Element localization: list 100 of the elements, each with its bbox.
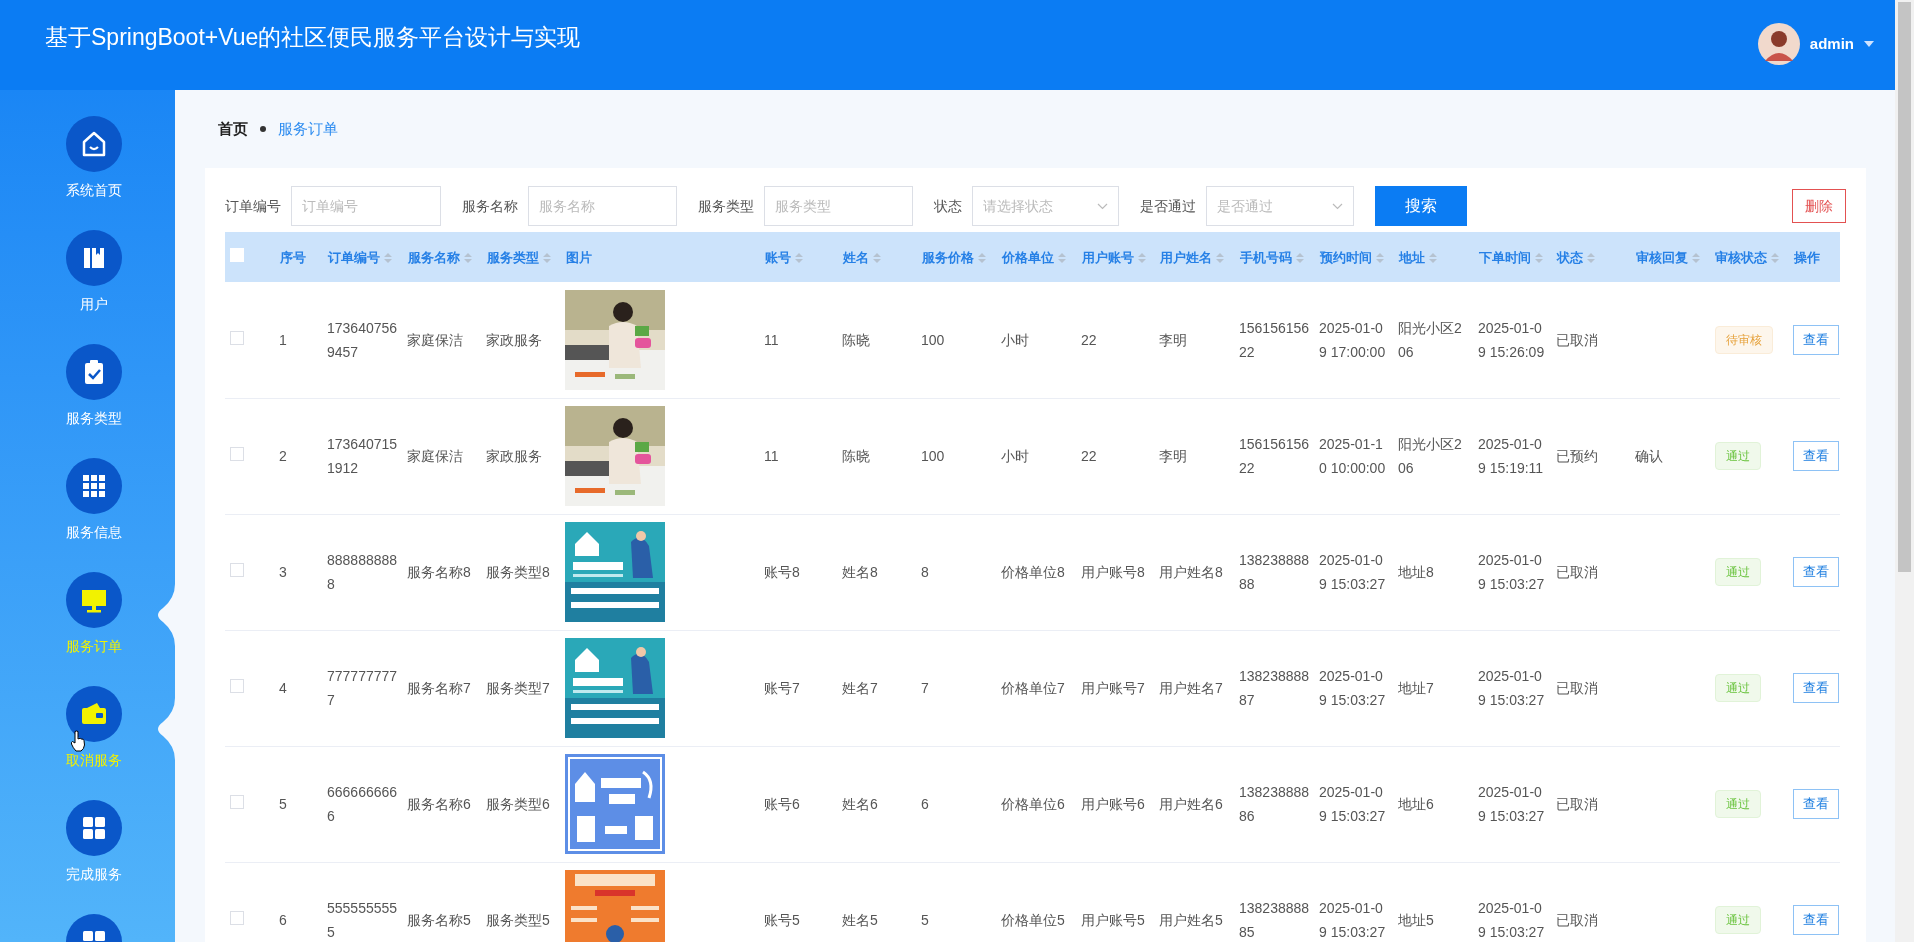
menu-item[interactable]: 用户 <box>79 294 108 315</box>
table-cell-text: 账号5 <box>764 911 801 930</box>
checkbox[interactable] <box>230 679 244 693</box>
column-header[interactable]: 地址 <box>1399 248 1437 268</box>
checkbox[interactable] <box>230 911 244 925</box>
table-cell-text: 服务类型6 <box>486 795 551 814</box>
table-cell-text: 已取消 <box>1556 795 1599 814</box>
view-button[interactable]: 查看 <box>1793 557 1839 587</box>
sort-icon[interactable] <box>1587 251 1595 264</box>
table-cell-text: 13823888885 <box>1239 899 1310 942</box>
column-header[interactable]: 审核回复 <box>1636 248 1700 268</box>
sort-icon[interactable] <box>1138 251 1146 264</box>
table-cell-text: 家政服务 <box>486 330 543 350</box>
delete-button[interactable]: 删除 <box>1792 189 1846 223</box>
column-header[interactable]: 序号 <box>280 248 306 268</box>
table-cell-text: 服务类型7 <box>486 679 551 698</box>
sort-icon[interactable] <box>543 251 551 264</box>
table-cell-text: 姓名7 <box>842 679 879 698</box>
table-cell-text: 15615615622 <box>1239 318 1310 362</box>
scrollbar[interactable] <box>1895 0 1914 942</box>
select-field[interactable]: 是否通过 <box>1206 186 1354 226</box>
menu-item[interactable]: 服务订单 <box>65 636 122 657</box>
table-cell-text: 7 <box>921 679 930 698</box>
username[interactable]: admin <box>1809 32 1854 56</box>
table-cell-text: 地址6 <box>1398 795 1435 814</box>
caret-icon[interactable] <box>1864 41 1874 47</box>
column-header[interactable]: 操作 <box>1794 248 1820 268</box>
view-button[interactable]: 查看 <box>1793 441 1839 471</box>
breadcrumb-item[interactable]: 服务订单 <box>278 117 338 141</box>
sort-icon[interactable] <box>978 251 986 264</box>
table-cell-text: 服务名称5 <box>407 911 472 930</box>
chevron-down-icon <box>1332 202 1343 210</box>
select-field[interactable]: 请选择状态 <box>972 186 1119 226</box>
view-button[interactable]: 查看 <box>1793 905 1839 935</box>
table-cell-text: 地址7 <box>1398 679 1435 698</box>
table-cell-text: 2025-01-10 10:00:00 <box>1319 435 1387 478</box>
column-header[interactable]: 审核状态 <box>1715 248 1779 268</box>
input-field[interactable]: 订单编号 <box>291 186 441 226</box>
sort-icon[interactable] <box>1058 251 1066 264</box>
table-cell-text: 已预约 <box>1556 447 1599 466</box>
checkbox[interactable] <box>230 795 244 809</box>
table-cell-text: 2025-01-09 15:03:27 <box>1319 899 1387 942</box>
status-tag: 通过 <box>1715 674 1761 702</box>
view-button[interactable]: 查看 <box>1793 673 1839 703</box>
column-header[interactable]: 状态 <box>1557 248 1595 268</box>
column-header[interactable]: 图片 <box>566 248 592 268</box>
menu-item[interactable]: 完成服务 <box>65 864 122 885</box>
table-cell-text: 5 <box>921 911 930 930</box>
table-cell-text: 服务名称8 <box>407 563 472 582</box>
column-header[interactable]: 账号 <box>765 248 803 268</box>
chevron-down-icon <box>1097 202 1108 210</box>
avatar[interactable] <box>1757 23 1800 65</box>
sort-icon[interactable] <box>1771 251 1779 264</box>
sort-icon[interactable] <box>1429 251 1437 264</box>
column-header[interactable]: 下单时间 <box>1479 248 1543 268</box>
menu-item[interactable]: 服务信息 <box>65 522 122 543</box>
sort-icon[interactable] <box>1216 251 1224 264</box>
column-header[interactable]: 姓名 <box>843 248 881 268</box>
table-cell-text: 22 <box>1081 330 1098 350</box>
table-cell-text: 100 <box>921 330 946 350</box>
column-header[interactable]: 订单编号 <box>328 248 392 268</box>
filter-label: 订单编号 <box>225 196 281 216</box>
sort-icon[interactable] <box>384 251 392 264</box>
column-header[interactable]: 服务类型 <box>487 248 551 268</box>
breadcrumb-item[interactable]: 首页 <box>218 117 248 141</box>
sort-icon[interactable] <box>1692 251 1700 264</box>
input-field[interactable]: 服务名称 <box>528 186 677 226</box>
table-cell-text: 11 <box>764 447 780 466</box>
checkbox[interactable] <box>230 563 244 577</box>
sort-icon[interactable] <box>795 251 803 264</box>
menu-item[interactable]: 服务类型 <box>65 408 122 429</box>
sort-icon[interactable] <box>1535 251 1543 264</box>
sort-icon[interactable] <box>1376 251 1384 264</box>
table-cell-text: 姓名5 <box>842 911 879 930</box>
search-button[interactable]: 搜索 <box>1375 186 1467 226</box>
column-header[interactable]: 服务名称 <box>408 248 472 268</box>
sort-icon[interactable] <box>873 251 881 264</box>
view-button[interactable]: 查看 <box>1793 789 1839 819</box>
table-cell-text: 家庭保洁 <box>407 447 464 466</box>
table-cell-text: 姓名6 <box>842 795 879 814</box>
table-cell-text: 2025-01-09 17:00:00 <box>1319 318 1387 362</box>
column-header[interactable]: 预约时间 <box>1320 248 1384 268</box>
column-header[interactable]: 服务价格 <box>922 248 986 268</box>
column-header[interactable]: 用户账号 <box>1082 248 1146 268</box>
table-cell-text: 2025-01-09 15:03:27 <box>1319 551 1387 594</box>
view-button[interactable]: 查看 <box>1793 324 1839 355</box>
column-header[interactable]: 用户姓名 <box>1160 248 1224 268</box>
column-header[interactable]: 价格单位 <box>1002 248 1066 268</box>
table-cell-text: 服务类型8 <box>486 563 551 582</box>
menu-item[interactable]: 取消服务 <box>65 750 122 771</box>
table-cell-text: 服务名称7 <box>407 679 472 698</box>
table-cell-text: 13823888888 <box>1239 551 1310 594</box>
sort-icon[interactable] <box>1296 251 1304 264</box>
checkbox[interactable] <box>230 447 244 461</box>
scrollbar-thumb[interactable] <box>1898 2 1911 572</box>
column-header[interactable]: 手机号码 <box>1240 248 1304 268</box>
menu-item[interactable]: 系统首页 <box>65 180 122 201</box>
checkbox[interactable] <box>230 330 244 345</box>
input-field[interactable]: 服务类型 <box>764 186 913 226</box>
sort-icon[interactable] <box>464 251 472 264</box>
